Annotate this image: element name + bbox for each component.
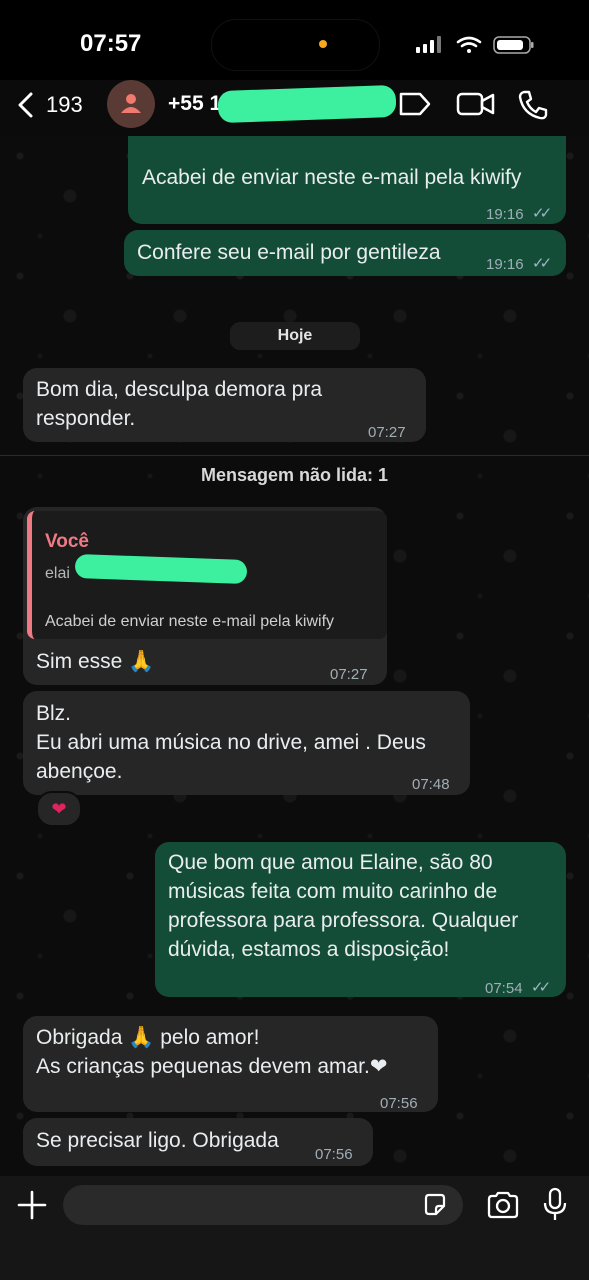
phone-icon[interactable] (517, 89, 549, 121)
read-receipt-icon: ✓✓ (532, 255, 552, 272)
message-time: 07:56 (380, 1095, 418, 1112)
message-bubble-incoming[interactable]: Se precisar ligo. Obrigada 07:56 (23, 1118, 373, 1166)
battery-icon (493, 36, 534, 54)
back-unread-count[interactable]: 193 (46, 92, 83, 118)
quote-author: Você (45, 531, 90, 552)
status-time: 07:57 (80, 30, 142, 57)
message-text: Blz. Eu abri uma música no drive, amei .… (36, 702, 426, 783)
read-receipt-icon: ✓✓ (532, 205, 552, 222)
message-time: 19:16 (486, 206, 524, 223)
message-time: 07:27 (330, 666, 368, 683)
message-input[interactable] (63, 1185, 463, 1225)
message-text: Obrigada 🙏 pelo amor! As crianças pequen… (36, 1026, 388, 1078)
message-bubble-incoming[interactable]: Obrigada 🙏 pelo amor! As crianças pequen… (23, 1016, 438, 1112)
message-text: Bom dia, desculpa demora pra responder. (36, 378, 322, 430)
message-bubble-incoming[interactable]: Você elai Acabei de enviar neste e-mail … (23, 507, 387, 685)
quote-text: Acabei de enviar neste e-mail pela kiwif… (45, 613, 335, 630)
back-chevron-icon[interactable] (16, 92, 36, 118)
video-call-icon[interactable] (456, 91, 496, 117)
unread-banner: Mensagem não lida: 1 (200, 465, 389, 485)
label-icon[interactable] (398, 91, 432, 117)
message-bubble-outgoing[interactable]: Acabei de enviar neste e-mail pela kiwif… (128, 136, 566, 224)
date-separator: Hoje (230, 322, 360, 350)
quote-email: elai (45, 565, 70, 582)
redaction-mark (217, 84, 397, 124)
privacy-indicator (319, 40, 327, 48)
read-receipt-icon: ✓✓ (531, 979, 551, 996)
message-time: 07:56 (315, 1146, 353, 1163)
message-bubble-incoming[interactable]: Bom dia, desculpa demora pra responder. … (23, 368, 426, 442)
message-text: Confere seu e-mail por gentileza (137, 241, 441, 264)
heart-reaction-icon[interactable]: ❤ (36, 791, 82, 827)
message-time: 07:48 (412, 776, 450, 793)
microphone-icon[interactable] (541, 1187, 569, 1223)
message-time: 07:27 (368, 424, 406, 441)
message-text: Sim esse 🙏 (36, 650, 155, 673)
unread-divider (0, 455, 589, 456)
person-icon (121, 94, 141, 113)
message-bubble-outgoing[interactable]: Que bom que amou Elaine, são 80 músicas … (155, 842, 566, 997)
message-text: Que bom que amou Elaine, são 80 músicas … (168, 851, 519, 961)
dynamic-island (211, 19, 380, 71)
avatar[interactable] (107, 80, 155, 128)
signal-icon (416, 36, 441, 53)
message-time: 19:16 (486, 256, 524, 273)
status-icons (416, 36, 534, 54)
message-bubble-outgoing[interactable]: Confere seu e-mail por gentileza 19:16 ✓… (124, 230, 566, 276)
camera-icon[interactable] (486, 1190, 520, 1220)
plus-icon[interactable] (17, 1190, 47, 1220)
sticker-icon[interactable] (422, 1192, 448, 1218)
message-text: Acabei de enviar neste e-mail pela kiwif… (142, 166, 522, 189)
message-text: Se precisar ligo. Obrigada (36, 1129, 279, 1152)
message-bubble-incoming[interactable]: Blz. Eu abri uma música no drive, amei .… (23, 691, 470, 795)
message-time: 07:54 (485, 980, 523, 997)
wifi-icon (456, 36, 482, 53)
